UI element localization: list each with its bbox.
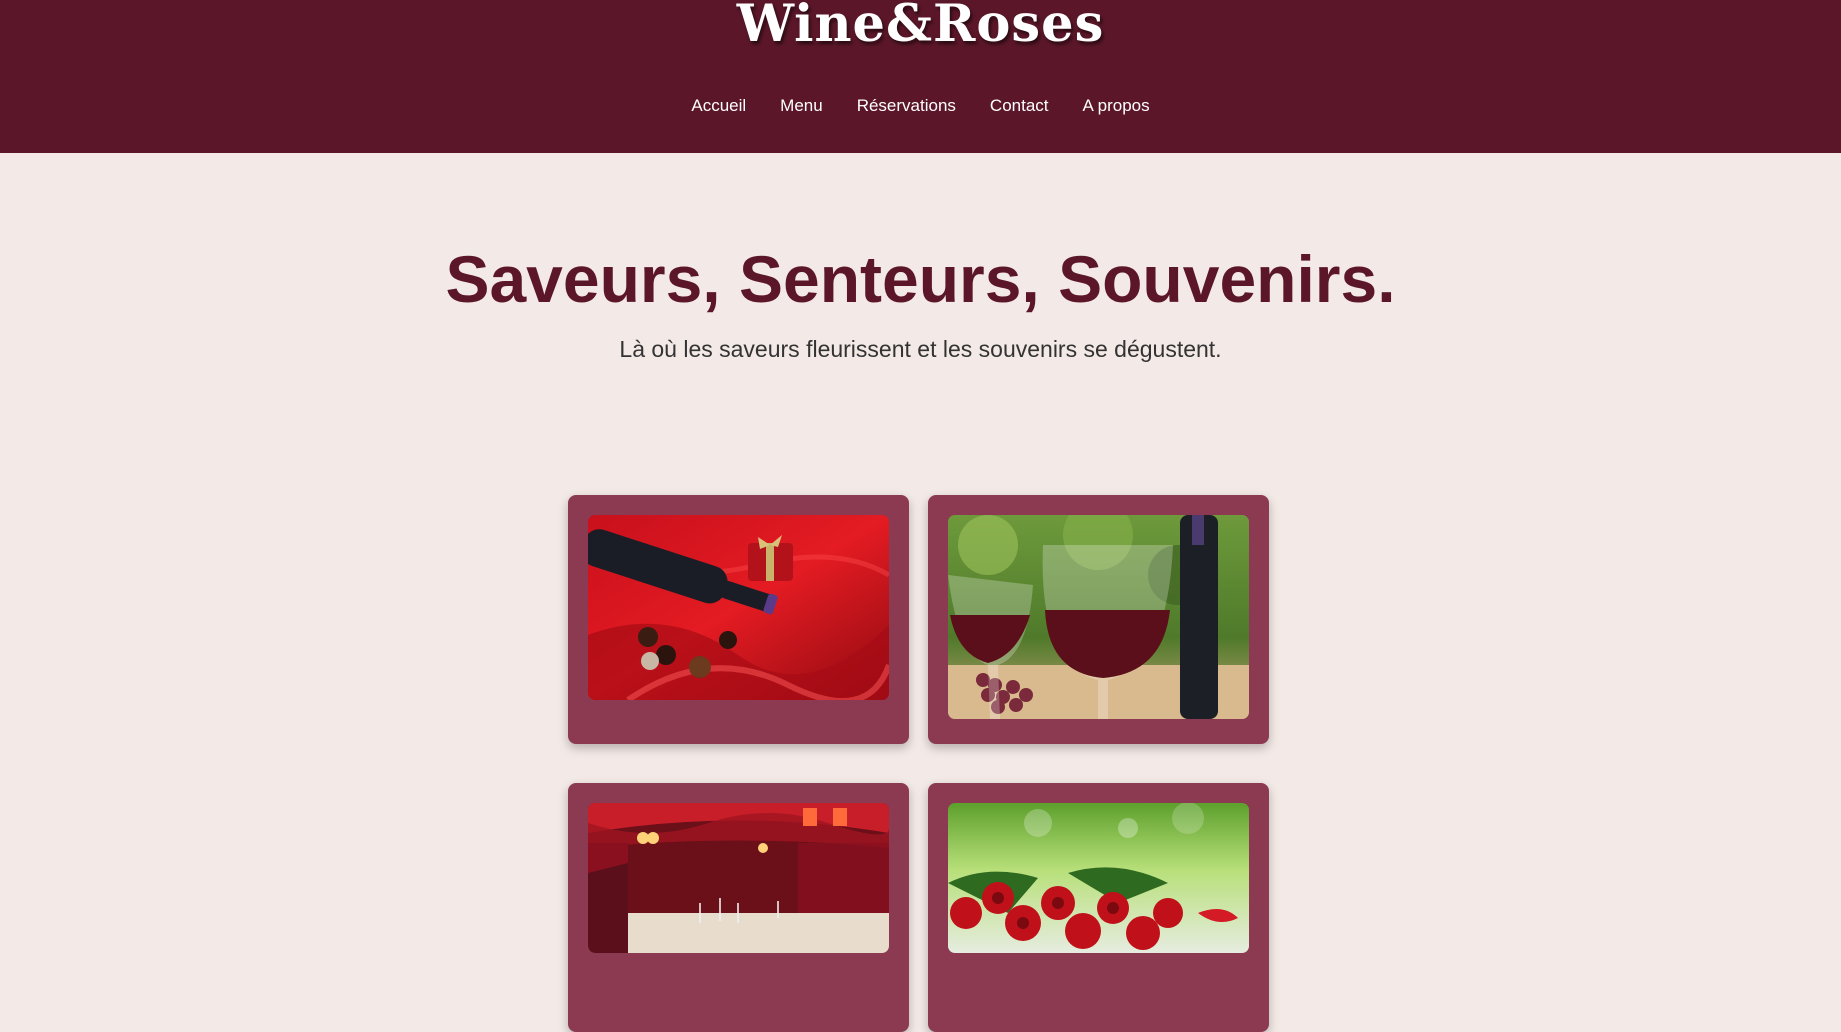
gallery-image-roses bbox=[948, 803, 1249, 953]
nav-link-reservations[interactable]: Réservations bbox=[857, 96, 956, 116]
nav-link-a-propos[interactable]: A propos bbox=[1083, 96, 1150, 116]
hero-title: Saveurs, Senteurs, Souvenirs. bbox=[445, 242, 1396, 316]
site-header: Wine&Roses Accueil Menu Réservations Con… bbox=[0, 0, 1841, 153]
gallery-card bbox=[568, 783, 909, 1032]
nav-link-contact[interactable]: Contact bbox=[990, 96, 1049, 116]
main-nav: Accueil Menu Réservations Contact A prop… bbox=[0, 96, 1841, 116]
gallery-image-restaurant bbox=[588, 803, 889, 953]
gallery-card bbox=[568, 495, 909, 744]
gallery-card bbox=[928, 783, 1269, 1032]
gallery-image-wine-glasses bbox=[948, 515, 1249, 719]
gallery-image-wine-chocolate bbox=[588, 515, 889, 700]
hero-subtitle: Là où les saveurs fleurissent et les sou… bbox=[619, 336, 1222, 362]
brand-logo[interactable]: Wine&Roses bbox=[0, 0, 1841, 54]
nav-link-accueil[interactable]: Accueil bbox=[691, 96, 746, 116]
nav-link-menu[interactable]: Menu bbox=[780, 96, 823, 116]
gallery-card bbox=[928, 495, 1269, 744]
